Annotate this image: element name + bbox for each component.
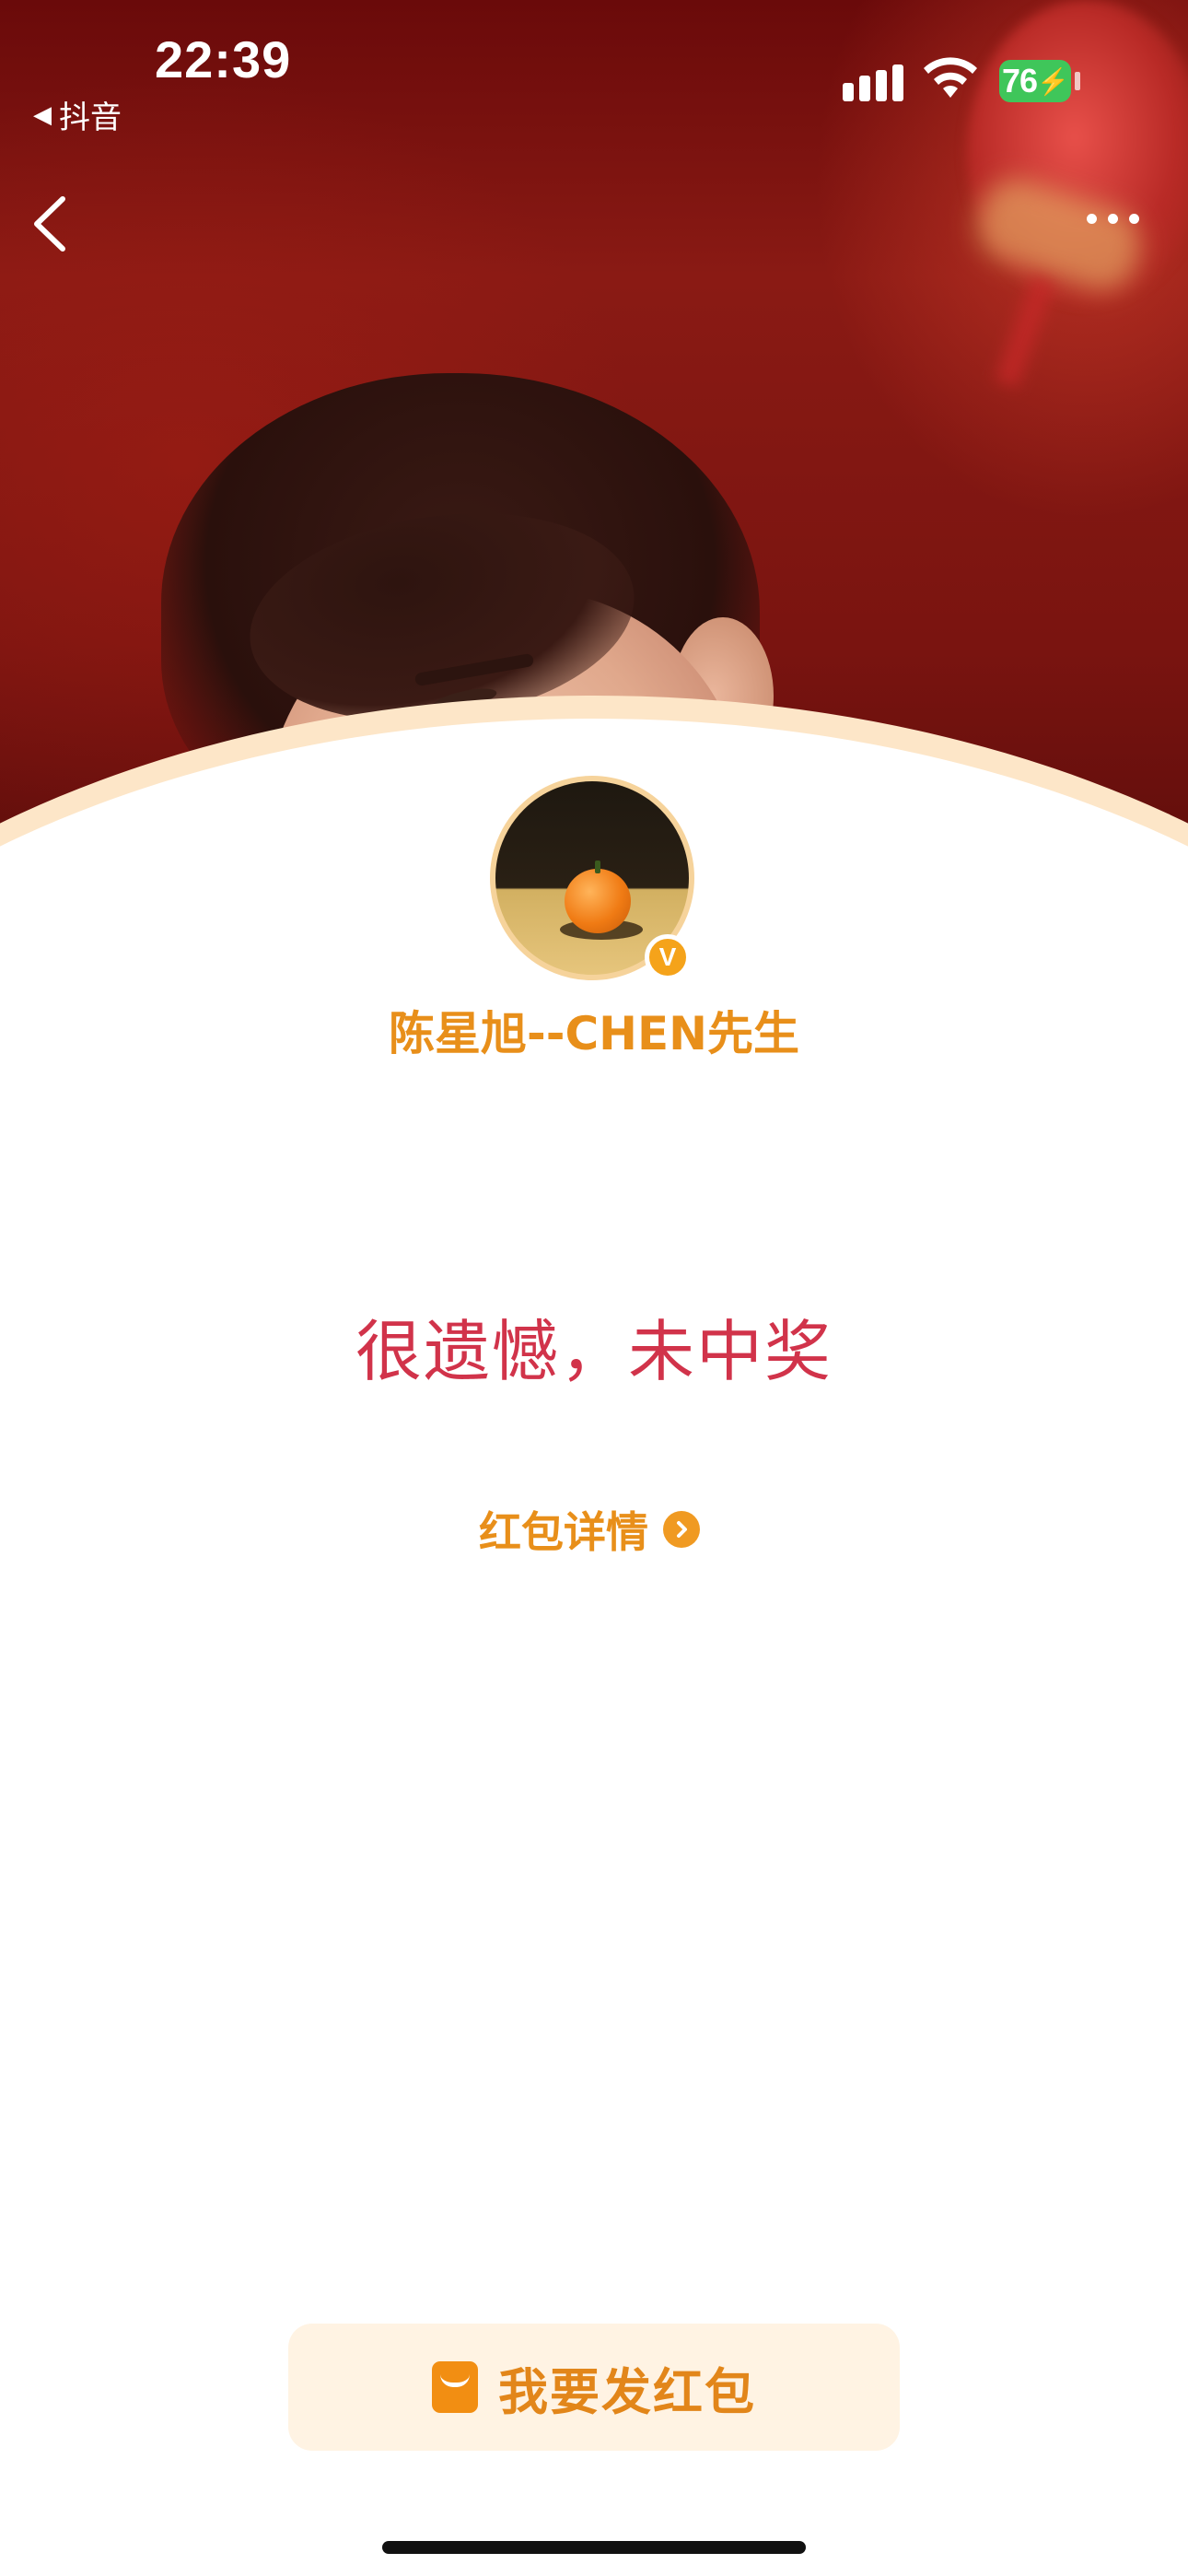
lantern-tassel: [995, 275, 1055, 388]
red-packet-details-link[interactable]: 红包详情: [479, 1502, 700, 1557]
red-packet-icon: [432, 2361, 478, 2413]
back-triangle-icon: ◀: [33, 100, 52, 129]
send-button-label: 我要发红包: [498, 2362, 756, 2421]
result-message: 很遗憾，未中奖: [355, 1313, 833, 1390]
chevron-right-icon: [663, 1511, 700, 1548]
wifi-icon: [924, 57, 977, 98]
status-time: 22:39: [155, 30, 292, 88]
send-red-packet-button[interactable]: 我要发红包: [288, 2324, 900, 2451]
cellular-signal-icon: [843, 64, 903, 101]
charging-bolt-icon: ⚡: [1037, 66, 1069, 96]
avatar-orange-image: [565, 869, 631, 933]
battery-indicator: 76 ⚡: [999, 60, 1071, 102]
back-to-app-link[interactable]: ◀ 抖音: [33, 92, 122, 137]
status-bar: 22:39 ◀ 抖音 76 ⚡: [0, 0, 1188, 136]
verified-badge-icon: V: [645, 934, 691, 980]
back-app-label: 抖音: [59, 100, 122, 136]
home-indicator[interactable]: [382, 2541, 806, 2554]
more-options-icon[interactable]: [1087, 214, 1139, 224]
sender-name: 陈星旭--CHEN先生: [388, 1007, 800, 1060]
battery-tip: [1075, 72, 1080, 90]
avatar-orange-stem: [595, 861, 600, 873]
back-chevron-icon[interactable]: [28, 192, 74, 256]
battery-level: 76: [1002, 62, 1038, 100]
details-link-label: 红包详情: [479, 1507, 648, 1557]
